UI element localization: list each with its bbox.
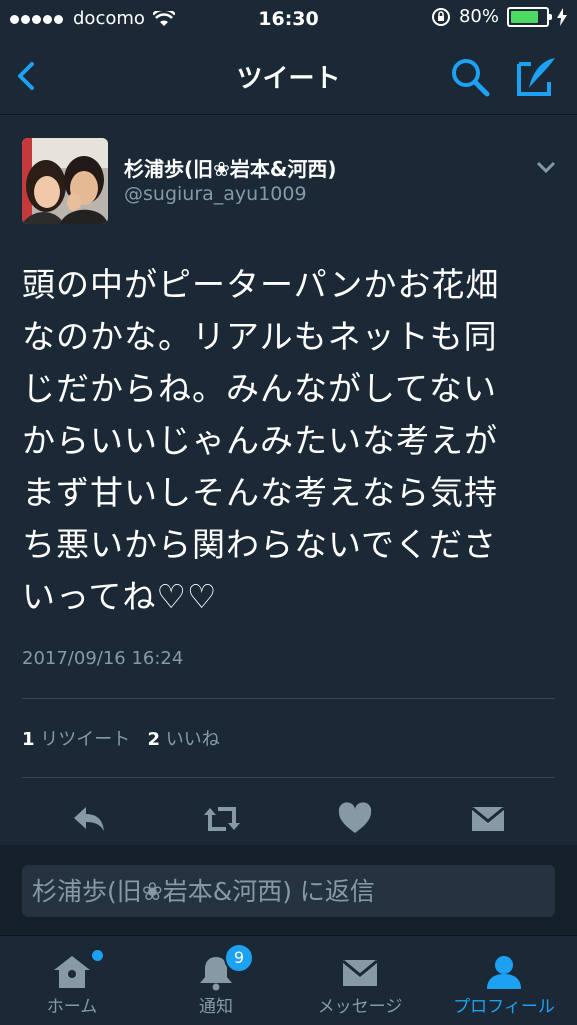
tab-notifications[interactable]: 9 通知	[144, 936, 288, 1025]
tweet-text: 頭の中がピーターパンかお花畑 なのかな。リアルもネットも同 じだからね。みんなが…	[22, 259, 562, 623]
battery-icon	[507, 6, 552, 27]
divider	[22, 777, 555, 778]
tab-messages[interactable]: メッセージ	[288, 936, 432, 1025]
home-icon	[54, 956, 90, 988]
avatar[interactable]	[22, 138, 108, 224]
tweet-text-line: 頭の中がピーターパンかお花畑	[22, 265, 500, 304]
tab-label: プロフィール	[453, 997, 555, 1017]
share-mail-icon[interactable]	[468, 799, 508, 839]
orientation-lock-icon	[431, 7, 450, 26]
reply-icon[interactable]	[70, 799, 110, 839]
tweet-text-line: じだからね。みんながしてない	[22, 369, 498, 408]
divider	[22, 698, 555, 699]
reply-input[interactable]	[22, 865, 555, 917]
like-heart-icon[interactable]	[335, 799, 375, 839]
status-right: 80%	[431, 6, 567, 27]
tab-label: メッセージ	[317, 997, 403, 1017]
tweet-text-line: まず甘いしそんな考えなら気持	[22, 473, 498, 512]
battery-percent: 80%	[458, 6, 499, 27]
tweet-timestamp: 2017/09/16 16:24	[22, 648, 184, 669]
tab-bar: ホーム 9 通知 メッセージ プロフィール	[0, 935, 577, 1025]
tab-label: ホーム	[46, 997, 98, 1017]
tweet-stats: 1 リツイート 2 いいね	[22, 725, 220, 751]
tweet-text-line: いってね♡♡	[22, 577, 218, 616]
chevron-down-icon[interactable]	[535, 160, 557, 174]
tweet-text-line: ち悪いから関わらないでくださ	[22, 525, 498, 564]
search-icon[interactable]	[449, 56, 491, 98]
person-icon	[487, 956, 521, 989]
status-bar: docomo 16:30 80%	[0, 0, 577, 38]
new-tweets-dot	[92, 950, 103, 961]
user-handle[interactable]: @sugiura_ayu1009	[124, 183, 307, 205]
tweet-text-line: なのかな。リアルもネットも同	[22, 317, 498, 356]
retweet-label[interactable]: リツイート	[40, 729, 130, 750]
tab-profile[interactable]: プロフィール	[432, 936, 576, 1025]
tab-label: 通知	[199, 997, 233, 1017]
retweet-icon[interactable]	[202, 799, 242, 839]
notification-badge: 9	[224, 943, 254, 973]
like-label[interactable]: いいね	[166, 729, 220, 750]
navigation-bar: ツイート	[0, 38, 577, 115]
tweet-text-line: からいいじゃんみたいな考えが	[22, 421, 498, 460]
like-count[interactable]: 2	[147, 729, 160, 750]
mail-icon	[342, 959, 378, 986]
tab-home[interactable]: ホーム	[0, 936, 144, 1025]
charging-icon	[557, 7, 567, 26]
reply-bar	[0, 845, 577, 935]
tweet-detail: 杉浦歩(旧❀岩本&河西) @sugiura_ayu1009 頭の中がピーターパン…	[0, 115, 577, 845]
retweet-count[interactable]: 1	[22, 729, 35, 750]
display-name[interactable]: 杉浦歩(旧❀岩本&河西)	[124, 153, 336, 182]
compose-tweet-icon[interactable]	[515, 56, 559, 98]
